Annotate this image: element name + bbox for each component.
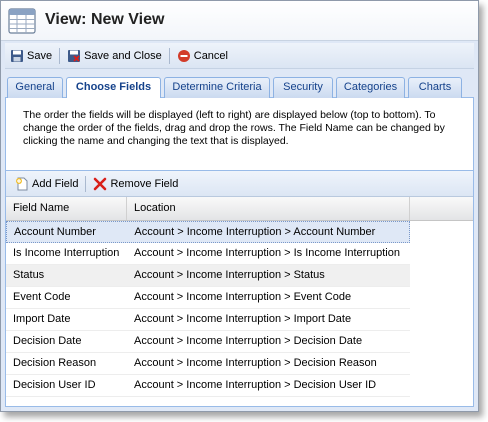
field-name-cell[interactable]: Import Date: [6, 309, 127, 330]
table-row[interactable]: Status Account > Income Interruption > S…: [6, 265, 410, 287]
save-and-close-button[interactable]: Save and Close: [62, 45, 167, 67]
view-table-icon: [8, 7, 36, 35]
location-cell: Account > Income Interruption > Decision…: [134, 379, 377, 391]
instructions-text: The order the fields will be displayed (…: [23, 109, 445, 147]
table-row[interactable]: Decision Reason Account > Income Interru…: [6, 353, 410, 375]
location-cell: Account > Income Interruption > Account …: [134, 226, 376, 238]
field-name-cell[interactable]: Decision User ID: [6, 375, 127, 396]
table-row[interactable]: Import Date Account > Income Interruptio…: [6, 309, 410, 331]
field-name-cell[interactable]: Decision Date: [6, 331, 127, 352]
table-row[interactable]: Decision User ID Account > Income Interr…: [6, 375, 410, 397]
location-cell: Account > Income Interruption > Status: [134, 269, 325, 281]
field-name-cell[interactable]: Is Income Interruption: [6, 243, 127, 264]
tab-determine-criteria[interactable]: Determine Criteria: [164, 77, 270, 98]
tab-categories[interactable]: Categories: [336, 77, 405, 98]
table-row[interactable]: Is Income Interruption Account > Income …: [6, 243, 410, 265]
grid-header: Field Name Location: [6, 197, 473, 221]
window-title: View: New View: [45, 11, 165, 28]
floppy-disk-icon: [10, 49, 24, 63]
red-x-icon: [93, 177, 107, 191]
toolbar-divider: [59, 47, 61, 64]
save-label: Save: [27, 49, 53, 62]
tab-choose-fields[interactable]: Choose Fields: [66, 77, 161, 99]
toolbar-divider: [168, 47, 170, 64]
save-and-close-label: Save and Close: [84, 49, 162, 62]
main-toolbar: Save Save and Close Cancel: [5, 43, 474, 69]
field-name-cell[interactable]: Status: [6, 265, 127, 286]
table-row[interactable]: Decision Date Account > Income Interrupt…: [6, 331, 410, 353]
grid-toolbar: Add Field Remove Field: [6, 170, 473, 197]
tab-security[interactable]: Security: [273, 77, 333, 98]
save-button[interactable]: Save: [5, 45, 57, 67]
choose-fields-panel: The order the fields will be displayed (…: [5, 98, 474, 407]
location-cell: Account > Income Interruption > Import D…: [134, 313, 352, 325]
tab-strip: General Choose Fields Determine Criteria…: [5, 73, 474, 99]
table-row[interactable]: Event Code Account > Income Interruption…: [6, 287, 410, 309]
add-document-icon: [15, 177, 29, 191]
dialog-window: View: New View Save Save and Close Cance…: [0, 0, 479, 412]
cancel-circle-icon: [177, 49, 191, 63]
add-field-button[interactable]: Add Field: [10, 173, 83, 195]
floppy-disk-close-icon: [67, 49, 81, 63]
cancel-button[interactable]: Cancel: [172, 45, 233, 67]
grid-toolbar-divider: [85, 175, 87, 192]
cancel-label: Cancel: [193, 49, 228, 62]
tab-general[interactable]: General: [7, 77, 63, 98]
remove-field-label: Remove Field: [110, 177, 179, 190]
table-row[interactable]: Account Number Account > Income Interrup…: [6, 221, 410, 243]
field-name-cell[interactable]: Event Code: [6, 287, 127, 308]
title-bar: View: New View: [1, 1, 478, 41]
add-field-label: Add Field: [32, 177, 79, 190]
location-cell: Account > Income Interruption > Event Co…: [134, 291, 352, 303]
remove-field-button[interactable]: Remove Field: [88, 173, 183, 195]
field-name-cell[interactable]: Account Number: [7, 222, 127, 242]
field-name-cell[interactable]: Decision Reason: [6, 353, 127, 374]
tab-charts[interactable]: Charts: [408, 77, 462, 98]
column-header-field-name[interactable]: Field Name: [6, 197, 127, 220]
fields-grid: Field Name Location Account Number Accou…: [6, 197, 473, 397]
location-cell: Account > Income Interruption > Is Incom…: [134, 247, 400, 259]
column-header-location[interactable]: Location: [127, 197, 410, 220]
location-cell: Account > Income Interruption > Decision…: [134, 357, 377, 369]
location-cell: Account > Income Interruption > Decision…: [134, 335, 363, 347]
